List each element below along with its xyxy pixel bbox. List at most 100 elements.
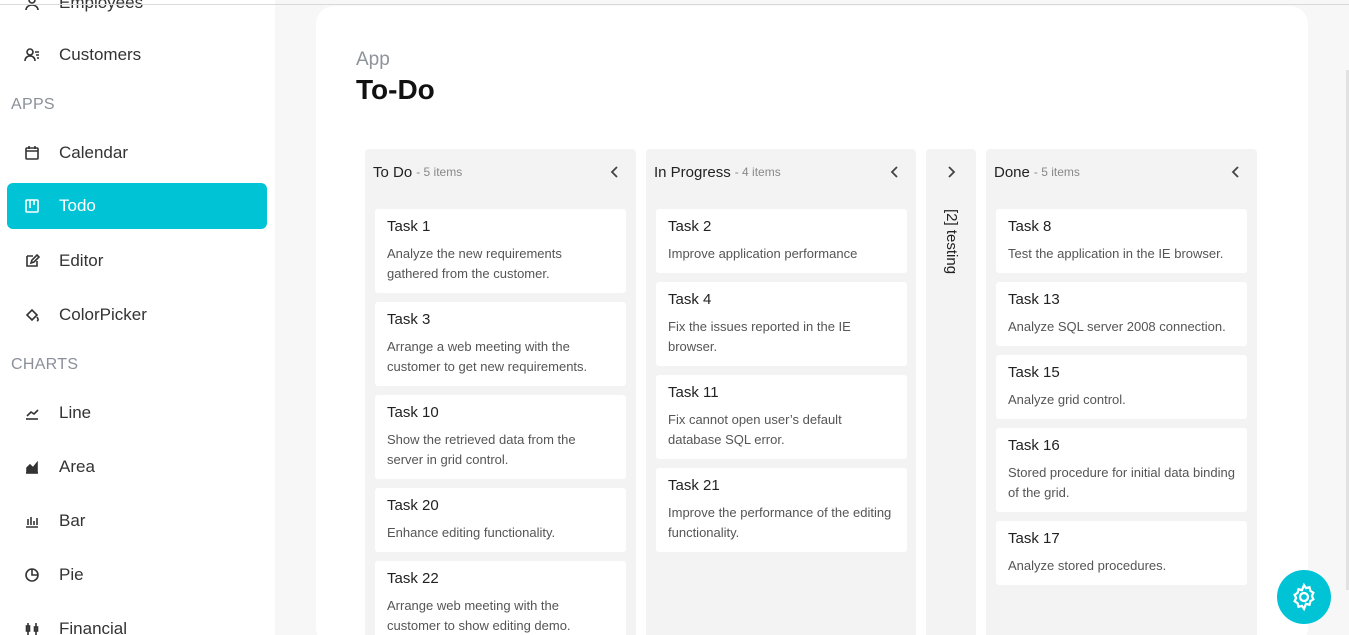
column-count: - 5 items	[416, 165, 463, 179]
pie-chart-icon	[23, 566, 41, 584]
task-title: Task 3	[387, 311, 431, 328]
customers-icon	[23, 46, 41, 64]
task-title: Task 21	[668, 477, 720, 494]
task-card[interactable]: Task 3 Arrange a web meeting with the cu…	[375, 302, 626, 386]
task-card[interactable]: Task 16 Stored procedure for initial dat…	[996, 428, 1247, 512]
section-label-apps: APPS	[11, 96, 55, 113]
task-card[interactable]: Task 10 Show the retrieved data from the…	[375, 395, 626, 479]
task-card[interactable]: Task 17 Analyze stored procedures.	[996, 521, 1247, 585]
task-description: Analyze the new requirements gathered fr…	[387, 246, 562, 281]
column-title: To Do	[373, 163, 413, 181]
sidebar-item-label: Line	[59, 403, 92, 422]
person-icon	[23, 0, 41, 12]
task-description: Analyze stored procedures.	[1008, 558, 1167, 573]
sidebar-item-label: Bar	[59, 511, 86, 530]
task-card[interactable]: Task 4 Fix the issues reported in the IE…	[656, 282, 907, 366]
task-title: Task 16	[1008, 437, 1060, 454]
expand-chevron-right-icon[interactable]	[942, 163, 960, 181]
task-description: Fix cannot open user’s default database …	[668, 412, 842, 447]
sidebar-item-colorpicker[interactable]: ColorPicker	[7, 292, 267, 338]
sidebar-item-label: Editor	[59, 251, 104, 270]
task-title: Task 1	[387, 218, 431, 235]
sidebar-item-customers[interactable]: Customers	[7, 32, 267, 78]
task-card[interactable]: Task 21 Improve the performance of the e…	[656, 468, 907, 552]
task-title: Task 22	[387, 570, 439, 587]
task-title: Task 10	[387, 404, 439, 421]
section-label-charts: CHARTS	[11, 356, 79, 373]
sidebar-item-bar[interactable]: Bar	[7, 498, 267, 544]
task-title: Task 13	[1008, 291, 1060, 308]
task-card[interactable]: Task 20 Enhance editing functionality.	[375, 488, 626, 552]
collapse-chevron-left-icon[interactable]	[606, 163, 624, 181]
task-description: Fix the issues reported in the IE browse…	[668, 319, 851, 354]
task-title: Task 20	[387, 497, 439, 514]
task-card[interactable]: Task 1 Analyze the new requirements gath…	[375, 209, 626, 293]
collapsed-column-label: [2] testing	[943, 209, 960, 275]
column-header: Done - 5 items	[986, 149, 1257, 195]
column-title: Done	[994, 163, 1030, 181]
task-title: Task 15	[1008, 364, 1060, 381]
sidebar-item-label: Area	[59, 457, 95, 476]
task-title: Task 4	[668, 291, 712, 308]
task-card[interactable]: Task 13 Analyze SQL server 2008 connecti…	[996, 282, 1247, 346]
collapse-chevron-left-icon[interactable]	[1227, 163, 1245, 181]
task-card[interactable]: Task 22 Arrange web meeting with the cus…	[375, 561, 626, 635]
sidebar: Employees Customers APPS Calendar Todo E…	[0, 0, 275, 635]
task-description: Enhance editing functionality.	[387, 525, 556, 540]
task-description: Improve application performance	[668, 246, 858, 261]
task-card[interactable]: Task 8 Test the application in the IE br…	[996, 209, 1247, 273]
line-chart-icon	[23, 404, 41, 422]
task-description: Test the application in the IE browser.	[1008, 246, 1224, 261]
sidebar-item-label: ColorPicker	[59, 305, 147, 324]
task-description: Stored procedure for initial data bindin…	[1008, 465, 1235, 500]
task-description: Analyze SQL server 2008 connection.	[1008, 319, 1226, 334]
kanban-icon	[23, 197, 41, 215]
task-title: Task 11	[668, 384, 719, 401]
sidebar-item-pie[interactable]: Pie	[7, 552, 267, 598]
task-card[interactable]: Task 15 Analyze grid control.	[996, 355, 1247, 419]
task-description: Improve the performance of the editing f…	[668, 505, 892, 540]
task-card[interactable]: Task 11 Fix cannot open user’s default d…	[656, 375, 907, 459]
sidebar-item-label: Financial	[59, 619, 128, 635]
column-count: - 4 items	[734, 165, 781, 179]
sidebar-item-editor[interactable]: Editor	[7, 238, 267, 284]
sidebar-item-financial[interactable]: Financial	[7, 606, 267, 635]
financial-chart-icon	[23, 620, 41, 635]
task-title: Task 17	[1008, 530, 1060, 547]
bar-chart-icon	[23, 512, 41, 530]
breadcrumb: App	[356, 49, 390, 70]
sidebar-item-label: Employees	[59, 0, 144, 12]
task-description: Arrange a web meeting with the customer …	[387, 339, 588, 374]
task-description: Arrange web meeting with the customer to…	[387, 598, 571, 633]
collapse-chevron-left-icon[interactable]	[886, 163, 904, 181]
column-count: - 5 items	[1033, 165, 1080, 179]
kanban-column-done: Done - 5 items Task 8 Test the applicati…	[986, 149, 1257, 635]
calendar-icon	[23, 144, 41, 162]
paint-bucket-icon	[23, 306, 41, 324]
kanban-column-in-progress: In Progress - 4 items Task 2 Improve app…	[646, 149, 916, 635]
column-header: In Progress - 4 items	[646, 149, 916, 195]
task-description: Analyze grid control.	[1008, 392, 1126, 407]
gear-icon	[1293, 582, 1315, 612]
sidebar-item-label: Pie	[59, 565, 84, 584]
task-description: Show the retrieved data from the server …	[387, 432, 576, 467]
task-card[interactable]: Task 2 Improve application performance	[656, 209, 907, 273]
task-title: Task 2	[668, 218, 712, 235]
task-title: Task 8	[1008, 218, 1052, 235]
kanban-column-collapsed: [2] testing	[926, 149, 976, 635]
page-title: To-Do	[356, 74, 435, 105]
column-title: In Progress	[654, 163, 731, 181]
kanban-column-todo: To Do - 5 items Task 1 Analyze the new r…	[365, 149, 636, 635]
sidebar-item-todo[interactable]: Todo	[7, 183, 267, 229]
sidebar-item-area[interactable]: Area	[7, 444, 267, 490]
top-border	[0, 4, 1349, 5]
edit-icon	[23, 252, 41, 270]
column-header: To Do - 5 items	[365, 149, 636, 195]
settings-button[interactable]	[1277, 570, 1331, 624]
sidebar-item-label: Calendar	[59, 143, 128, 162]
sidebar-item-label: Todo	[59, 196, 96, 215]
sidebar-item-label: Customers	[59, 45, 142, 64]
sidebar-item-line[interactable]: Line	[7, 390, 267, 436]
sidebar-item-calendar[interactable]: Calendar	[7, 130, 267, 176]
area-chart-icon	[23, 458, 41, 476]
